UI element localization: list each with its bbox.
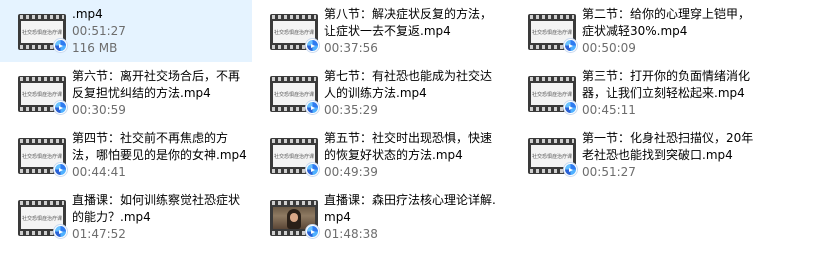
video-thumbnail: 社交恐惧症治疗课	[18, 198, 68, 239]
file-name: 直播课：如何训练察觉社恐症状的能力？.mp4	[72, 193, 241, 224]
media-player-icon	[563, 38, 578, 53]
file-name: 第七节：有社恐也能成为社交达人的训练方法.mp4	[324, 69, 493, 100]
video-file-item[interactable]: 社交恐惧症治疗课 第六节：离开社交场合后，不再反复担忧纠结的方法.mp4 00:…	[0, 62, 252, 124]
media-player-icon	[53, 100, 68, 115]
video-thumbnail: 社交恐惧症治疗课	[528, 136, 578, 177]
media-player-icon	[305, 100, 320, 115]
video-thumbnail: 社交恐惧症治疗课	[528, 74, 578, 115]
file-info: 第五节：社交时出现恐惧，快速的恢复好状态的方法.mp4 00:49:39	[324, 130, 502, 181]
file-duration: 00:45:11	[582, 103, 636, 117]
file-name: 第二节：给你的心理穿上铠甲，症状减轻30%.mp4	[582, 7, 751, 38]
file-info: 第二节：给你的心理穿上铠甲，症状减轻30%.mp4 00:50:09	[582, 6, 760, 57]
media-player-icon	[53, 162, 68, 177]
file-duration: 00:50:09	[582, 41, 636, 55]
file-info: .mp4 00:51:27 116 MB	[72, 6, 250, 57]
video-thumbnail: 社交恐惧症治疗课	[270, 12, 320, 53]
thumbnail-caption: 社交恐惧症治疗课	[531, 29, 572, 36]
video-file-item[interactable]: 社交恐惧症治疗课 .mp4 00:51:27 116 MB	[0, 0, 252, 62]
video-file-item[interactable]: 社交恐惧症治疗课 直播课：如何训练察觉社恐症状的能力？.mp4 01:47:52	[0, 186, 252, 246]
file-info: 直播课：森田疗法核心理论详解.mp4 01:48:38	[324, 192, 502, 243]
file-info: 第四节：社交前不再焦虑的方法，哪怕要见的是你的女神.mp4 00:44:41	[72, 130, 250, 181]
file-name: 第五节：社交时出现恐惧，快速的恢复好状态的方法.mp4	[324, 131, 493, 162]
video-thumbnail	[270, 198, 320, 239]
video-file-item[interactable]: 社交恐惧症治疗课 第四节：社交前不再焦虑的方法，哪怕要见的是你的女神.mp4 0…	[0, 124, 252, 186]
video-thumbnail: 社交恐惧症治疗课	[270, 74, 320, 115]
thumbnail-caption: 社交恐惧症治疗课	[273, 29, 314, 36]
video-thumbnail: 社交恐惧症治疗课	[18, 12, 68, 53]
file-grid: 社交恐惧症治疗课 .mp4 00:51:27 116 MB 社交恐惧症治疗课 第…	[0, 0, 827, 263]
thumbnail-caption: 社交恐惧症治疗课	[21, 153, 62, 160]
video-thumbnail: 社交恐惧症治疗课	[270, 136, 320, 177]
file-name: 第一节：化身社恐扫描仪，20年老社恐也能找到突破口.mp4	[582, 131, 754, 162]
video-file-item[interactable]: 社交恐惧症治疗课 第五节：社交时出现恐惧，快速的恢复好状态的方法.mp4 00:…	[252, 124, 506, 186]
file-duration: 00:30:59	[72, 103, 126, 117]
video-file-item[interactable]: 社交恐惧症治疗课 第一节：化身社恐扫描仪，20年老社恐也能找到突破口.mp4 0…	[506, 124, 827, 186]
file-name: .mp4	[72, 7, 103, 21]
file-info: 第三节：打开你的负面情绪消化器，让我们立刻轻松起来.mp4 00:45:11	[582, 68, 760, 119]
file-info: 第八节：解决症状反复的方法，让症状一去不复返.mp4 00:37:56	[324, 6, 502, 57]
video-thumbnail: 社交恐惧症治疗课	[528, 12, 578, 53]
thumbnail-caption: 社交恐惧症治疗课	[21, 215, 62, 222]
file-info: 第一节：化身社恐扫描仪，20年老社恐也能找到突破口.mp4 00:51:27	[582, 130, 760, 181]
file-duration: 00:51:27	[72, 24, 126, 38]
file-name: 第三节：打开你的负面情绪消化器，让我们立刻轻松起来.mp4	[582, 69, 751, 100]
file-duration: 00:51:27	[582, 165, 636, 179]
thumbnail-caption: 社交恐惧症治疗课	[21, 29, 62, 36]
file-info: 第六节：离开社交场合后，不再反复担忧纠结的方法.mp4 00:30:59	[72, 68, 250, 119]
media-player-icon	[305, 162, 320, 177]
video-file-item[interactable]: 社交恐惧症治疗课 第七节：有社恐也能成为社交达人的训练方法.mp4 00:35:…	[252, 62, 506, 124]
video-file-item[interactable]: 社交恐惧症治疗课 第二节：给你的心理穿上铠甲，症状减轻30%.mp4 00:50…	[506, 0, 827, 62]
file-info: 第七节：有社恐也能成为社交达人的训练方法.mp4 00:35:29	[324, 68, 502, 119]
file-info: 直播课：如何训练察觉社恐症状的能力？.mp4 01:47:52	[72, 192, 250, 243]
file-name: 第四节：社交前不再焦虑的方法，哪怕要见的是你的女神.mp4	[72, 131, 247, 162]
file-duration: 01:47:52	[72, 227, 126, 241]
file-name: 第八节：解决症状反复的方法，让症状一去不复返.mp4	[324, 7, 493, 38]
file-duration: 00:37:56	[324, 41, 378, 55]
video-file-item[interactable]: 社交恐惧症治疗课 第三节：打开你的负面情绪消化器，让我们立刻轻松起来.mp4 0…	[506, 62, 827, 124]
file-size: 116 MB	[72, 41, 118, 55]
video-thumbnail: 社交恐惧症治疗课	[18, 136, 68, 177]
file-name: 第六节：离开社交场合后，不再反复担忧纠结的方法.mp4	[72, 69, 241, 100]
file-duration: 00:49:39	[324, 165, 378, 179]
media-player-icon	[563, 162, 578, 177]
thumbnail-caption: 社交恐惧症治疗课	[531, 91, 572, 98]
video-file-item[interactable]: 社交恐惧症治疗课 第八节：解决症状反复的方法，让症状一去不复返.mp4 00:3…	[252, 0, 506, 62]
file-name: 直播课：森田疗法核心理论详解.mp4	[324, 193, 496, 224]
video-thumbnail: 社交恐惧症治疗课	[18, 74, 68, 115]
video-file-item[interactable]: 直播课：森田疗法核心理论详解.mp4 01:48:38	[252, 186, 506, 246]
media-player-icon	[305, 38, 320, 53]
media-player-icon	[53, 224, 68, 239]
media-player-icon	[305, 224, 320, 239]
media-player-icon	[53, 38, 68, 53]
file-duration: 01:48:38	[324, 227, 378, 241]
media-player-icon	[563, 100, 578, 115]
person-face	[290, 213, 298, 222]
thumbnail-caption: 社交恐惧症治疗课	[531, 153, 572, 160]
file-duration: 00:44:41	[72, 165, 126, 179]
thumbnail-caption: 社交恐惧症治疗课	[21, 91, 62, 98]
thumbnail-caption: 社交恐惧症治疗课	[273, 91, 314, 98]
file-duration: 00:35:29	[324, 103, 378, 117]
thumbnail-caption: 社交恐惧症治疗课	[273, 153, 314, 160]
